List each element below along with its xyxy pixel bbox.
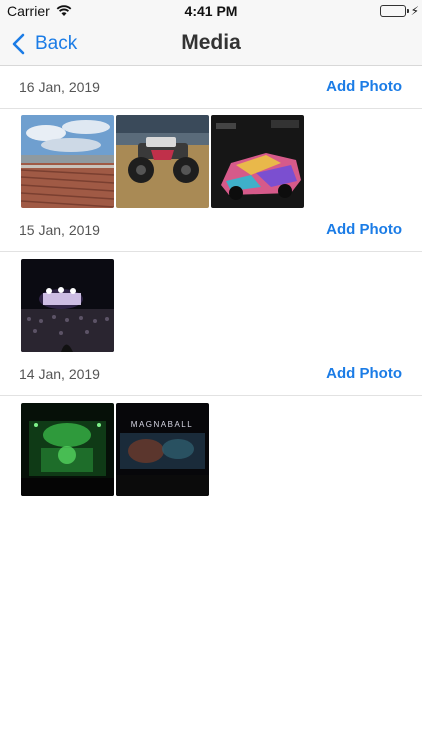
svg-text:MAGNABALL: MAGNABALL [131, 420, 193, 429]
status-bar: Carrier 4:41 PM ⚡ [0, 0, 422, 22]
battery-tip [407, 9, 409, 13]
photo-row-2 [21, 259, 114, 352]
media-section-2: 15 Jan, 2019 Add Photo [0, 209, 422, 252]
page-title: Media [181, 31, 241, 54]
section-date: 15 Jan, 2019 [19, 222, 100, 238]
add-photo-button[interactable]: Add Photo [326, 221, 402, 238]
painted-sports-car-photo[interactable] [211, 115, 304, 208]
clock-time: 4:41 PM [184, 3, 238, 19]
section-header: 14 Jan, 2019 Add Photo [0, 353, 422, 396]
section-date: 14 Jan, 2019 [19, 366, 100, 382]
green-stage-photo[interactable] [21, 403, 114, 496]
magnaball-screen-photo[interactable]: MAGNABALL [116, 403, 209, 496]
battery-icon [380, 5, 406, 17]
concert-crowd-photo[interactable] [21, 259, 114, 352]
section-date: 16 Jan, 2019 [19, 79, 100, 95]
stadium-photo[interactable] [21, 115, 114, 208]
charging-icon: ⚡ [410, 4, 419, 18]
monster-truck-photo[interactable] [116, 115, 209, 208]
media-section-1: 16 Jan, 2019 Add Photo [0, 66, 422, 109]
add-photo-button[interactable]: Add Photo [326, 365, 402, 382]
add-photo-button[interactable]: Add Photo [326, 78, 402, 95]
section-header: 15 Jan, 2019 Add Photo [0, 209, 422, 252]
media-section-3: 14 Jan, 2019 Add Photo [0, 353, 422, 396]
navigation-bar: Back Media [0, 22, 422, 66]
section-header: 16 Jan, 2019 Add Photo [0, 66, 422, 109]
photo-row-3: MAGNABALL [21, 403, 209, 496]
photo-row-1 [21, 115, 304, 208]
